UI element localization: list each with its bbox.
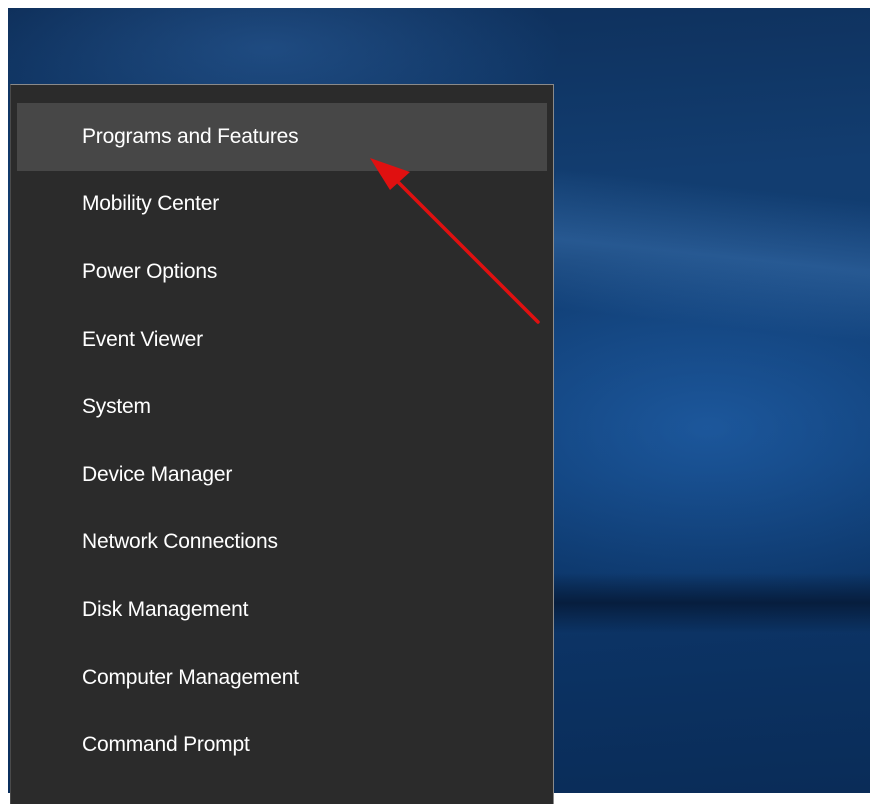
menu-item-computer-management[interactable]: Computer Management <box>11 644 553 712</box>
wallpaper-light-band <box>541 168 870 348</box>
menu-item-event-viewer[interactable]: Event Viewer <box>11 306 553 374</box>
menu-item-power-options[interactable]: Power Options <box>11 238 553 306</box>
menu-item-command-prompt[interactable]: Command Prompt <box>11 711 553 779</box>
wallpaper-dark-band <box>548 573 870 633</box>
menu-item-disk-management[interactable]: Disk Management <box>11 576 553 644</box>
quick-link-menu: Programs and Features Mobility Center Po… <box>10 84 554 804</box>
menu-item-network-connections[interactable]: Network Connections <box>11 509 553 577</box>
menu-item-system[interactable]: System <box>11 373 553 441</box>
menu-item-device-manager[interactable]: Device Manager <box>11 441 553 509</box>
screenshot-frame: Programs and Features Mobility Center Po… <box>0 0 870 804</box>
menu-item-programs-and-features[interactable]: Programs and Features <box>17 103 547 171</box>
menu-item-mobility-center[interactable]: Mobility Center <box>11 171 553 239</box>
quick-link-menu-list: Programs and Features Mobility Center Po… <box>11 103 553 779</box>
